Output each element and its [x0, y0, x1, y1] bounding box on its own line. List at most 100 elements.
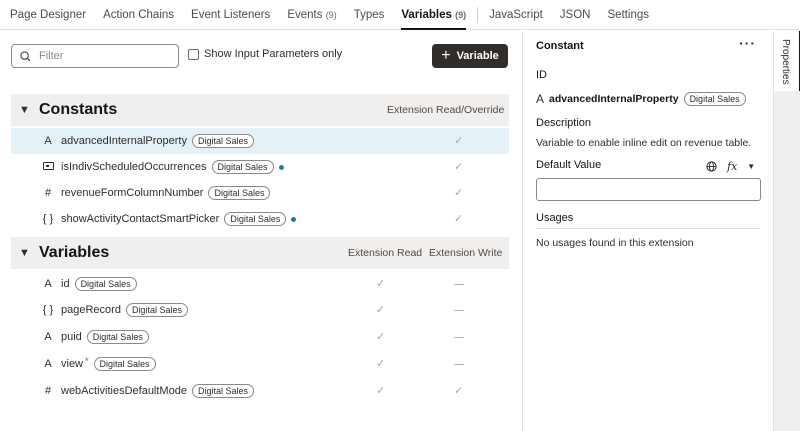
- string-icon: A: [44, 135, 52, 147]
- check-icon: ✓: [376, 385, 386, 397]
- variable-name: webActivitiesDefaultMode: [61, 385, 187, 397]
- default-value-label: Default Value: [536, 159, 602, 171]
- object-icon: { }: [42, 304, 54, 316]
- check-icon: ✓: [454, 135, 464, 147]
- properties-tab-label: Properties: [780, 39, 791, 85]
- default-value-tools: fx ▼: [706, 160, 755, 173]
- constant-row[interactable]: # revenueFormColumnNumber Digital Sales …: [11, 180, 509, 206]
- variable-name: advancedInternalProperty: [61, 135, 187, 147]
- check-icon: ✓: [376, 278, 386, 290]
- tab-events[interactable]: Events (9): [287, 0, 336, 30]
- constants-section-header[interactable]: ▼ Constants Extension Read/Override: [11, 94, 509, 126]
- string-icon: A: [536, 92, 545, 106]
- description-value: Variable to enable inline edit on revenu…: [536, 137, 752, 149]
- check-icon: ✓: [376, 304, 386, 316]
- plus-icon: +: [441, 47, 451, 64]
- string-icon: A: [44, 358, 52, 370]
- check-icon: ✓: [376, 331, 386, 343]
- tab-variables[interactable]: Variables (9): [401, 0, 466, 30]
- show-input-params-checkbox[interactable]: [188, 48, 199, 60]
- tab-javascript[interactable]: JavaScript: [489, 0, 543, 30]
- variables-section-header[interactable]: ▼ Variables Extension Read Extension Wri…: [11, 237, 509, 269]
- id-value-row: A advancedInternalProperty Digital Sales: [536, 92, 746, 106]
- object-icon: { }: [42, 213, 54, 225]
- constant-row[interactable]: isIndivScheduledOccurrences Digital Sale…: [11, 154, 509, 180]
- more-options-icon[interactable]: ···: [739, 35, 756, 51]
- variable-row[interactable]: A puid Digital Sales ✓: [11, 324, 509, 350]
- tab-types[interactable]: Types: [354, 0, 385, 30]
- show-input-params-toggle[interactable]: Show Input Parameters only: [188, 48, 342, 60]
- col-extension-read: Extension Read: [348, 247, 423, 259]
- variables-list-panel: Show Input Parameters only + Variable ▼ …: [0, 31, 520, 431]
- number-icon: #: [44, 385, 52, 397]
- add-variable-label: Variable: [456, 50, 499, 62]
- string-icon: A: [44, 278, 52, 290]
- check-icon: ✓: [454, 213, 464, 225]
- tab-separator: [477, 6, 479, 23]
- badge-digital-sales: Digital Sales: [86, 330, 149, 344]
- variable-row[interactable]: A view * Digital Sales ✓: [11, 351, 509, 377]
- variable-name: isIndivScheduledOccurrences: [61, 161, 207, 173]
- badge-digital-sales: Digital Sales: [191, 384, 254, 398]
- dash-icon: [454, 284, 464, 285]
- modified-dot-icon: [278, 164, 284, 170]
- check-icon: ✓: [454, 161, 464, 173]
- tab-event-listeners[interactable]: Event Listeners: [191, 0, 270, 30]
- variable-name: id: [61, 278, 70, 290]
- variable-row[interactable]: { } pageRecord Digital Sales ✓: [11, 297, 509, 323]
- description-label: Description: [536, 117, 592, 129]
- badge-digital-sales: Digital Sales: [208, 186, 271, 200]
- add-variable-button[interactable]: + Variable: [432, 44, 508, 68]
- badge-digital-sales: Digital Sales: [211, 160, 274, 174]
- badge-digital-sales: Digital Sales: [93, 357, 156, 371]
- properties-panel: Constant ··· ID A advancedInternalProper…: [522, 31, 772, 431]
- chevron-down-icon[interactable]: ▼: [19, 247, 31, 259]
- variable-name: revenueFormColumnNumber: [61, 187, 204, 199]
- usages-label: Usages: [536, 212, 574, 224]
- tab-settings[interactable]: Settings: [607, 0, 649, 30]
- variable-name: showActivityContactSmartPicker: [61, 213, 220, 225]
- string-icon: A: [44, 331, 52, 343]
- boolean-icon: [41, 161, 55, 173]
- tab-action-chains[interactable]: Action Chains: [103, 0, 174, 30]
- modified-dot-icon: [291, 216, 297, 222]
- variable-name: view: [61, 358, 84, 370]
- badge-digital-sales: Digital Sales: [191, 134, 254, 148]
- divider: [536, 228, 761, 229]
- constant-row[interactable]: { } showActivityContactSmartPicker Digit…: [11, 206, 509, 232]
- caret-down-icon[interactable]: ▼: [747, 162, 755, 171]
- dash-icon: [454, 364, 464, 365]
- badge-digital-sales: Digital Sales: [125, 303, 188, 317]
- search-icon: [20, 50, 31, 62]
- constants-title: Constants: [39, 101, 118, 118]
- filter-input[interactable]: [37, 49, 167, 63]
- constant-row[interactable]: A advancedInternalProperty Digital Sales…: [11, 128, 509, 154]
- variable-name: pageRecord: [61, 304, 121, 316]
- side-drawer: Properties: [773, 31, 800, 431]
- badge-digital-sales: Digital Sales: [224, 212, 287, 226]
- check-icon: ✓: [454, 187, 464, 199]
- filter-field[interactable]: [11, 44, 179, 68]
- default-value-input[interactable]: [536, 178, 761, 201]
- id-value: advancedInternalProperty: [549, 93, 679, 105]
- show-input-params-label: Show Input Parameters only: [204, 48, 343, 60]
- globe-icon[interactable]: [706, 161, 717, 172]
- number-icon: #: [44, 187, 52, 199]
- col-read-override: Extension Read/Override: [387, 104, 505, 116]
- fx-icon[interactable]: fx: [727, 160, 737, 173]
- variable-name: puid: [61, 331, 82, 343]
- variable-row[interactable]: # webActivitiesDefaultMode Digital Sales…: [11, 378, 509, 404]
- tab-page-designer[interactable]: Page Designer: [10, 0, 86, 30]
- check-icon: ✓: [376, 358, 386, 370]
- tab-json[interactable]: JSON: [560, 0, 591, 30]
- required-asterisk: *: [85, 356, 89, 366]
- variable-row[interactable]: A id Digital Sales ✓: [11, 271, 509, 297]
- chevron-down-icon[interactable]: ▼: [19, 104, 31, 116]
- tab-properties[interactable]: Properties: [774, 31, 800, 91]
- editor-tabbar: Page Designer Action Chains Event Listen…: [0, 0, 800, 30]
- usages-value: No usages found in this extension: [536, 237, 694, 249]
- badge-digital-sales: Digital Sales: [74, 277, 137, 291]
- badge-digital-sales: Digital Sales: [683, 92, 746, 106]
- properties-header: Constant: [536, 40, 584, 52]
- variables-title: Variables: [39, 244, 110, 261]
